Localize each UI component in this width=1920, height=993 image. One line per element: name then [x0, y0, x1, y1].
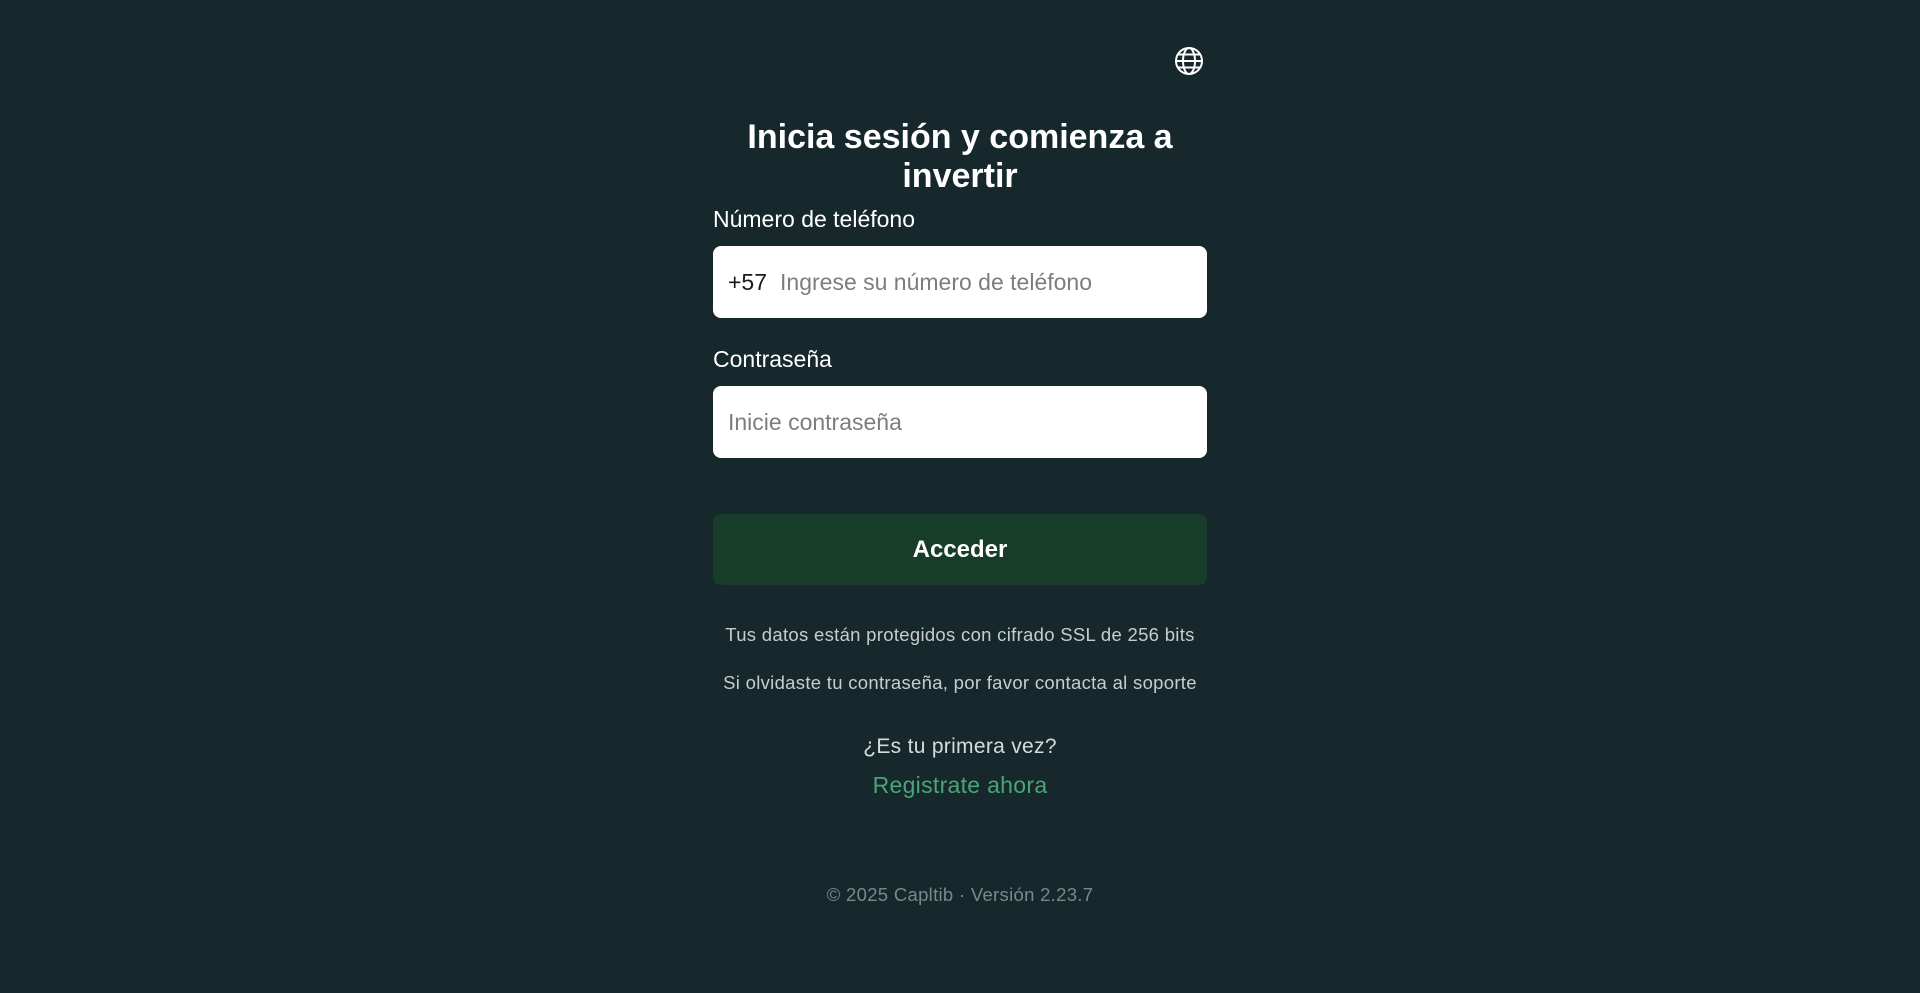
- password-label: Contraseña: [713, 346, 832, 372]
- login-page: Inicia sesión y comienza a invertir Núme…: [0, 0, 1920, 993]
- page-title: Inicia sesión y comienza a invertir: [747, 118, 1173, 195]
- login-button[interactable]: Acceder: [713, 514, 1207, 585]
- register-link[interactable]: Registrate ahora: [713, 772, 1207, 799]
- first-time-text: ¿Es tu primera vez?: [863, 735, 1057, 758]
- phone-label: Número de teléfono: [713, 206, 916, 232]
- forgot-password-note: Si olvidaste tu contraseña, por favor co…: [723, 672, 1197, 693]
- footer-version: © 2025 Capltib · Versión 2.23.7: [826, 884, 1094, 905]
- globe-icon: [1174, 46, 1204, 76]
- password-field[interactable]: [713, 386, 1207, 458]
- ssl-note: Tus datos están protegidos con cifrado S…: [725, 624, 1195, 645]
- country-code-prefix: +57: [728, 268, 768, 295]
- phone-input[interactable]: [780, 268, 1192, 296]
- language-button[interactable]: [1174, 46, 1204, 76]
- password-input[interactable]: [728, 408, 1192, 436]
- phone-field[interactable]: +57: [713, 246, 1207, 318]
